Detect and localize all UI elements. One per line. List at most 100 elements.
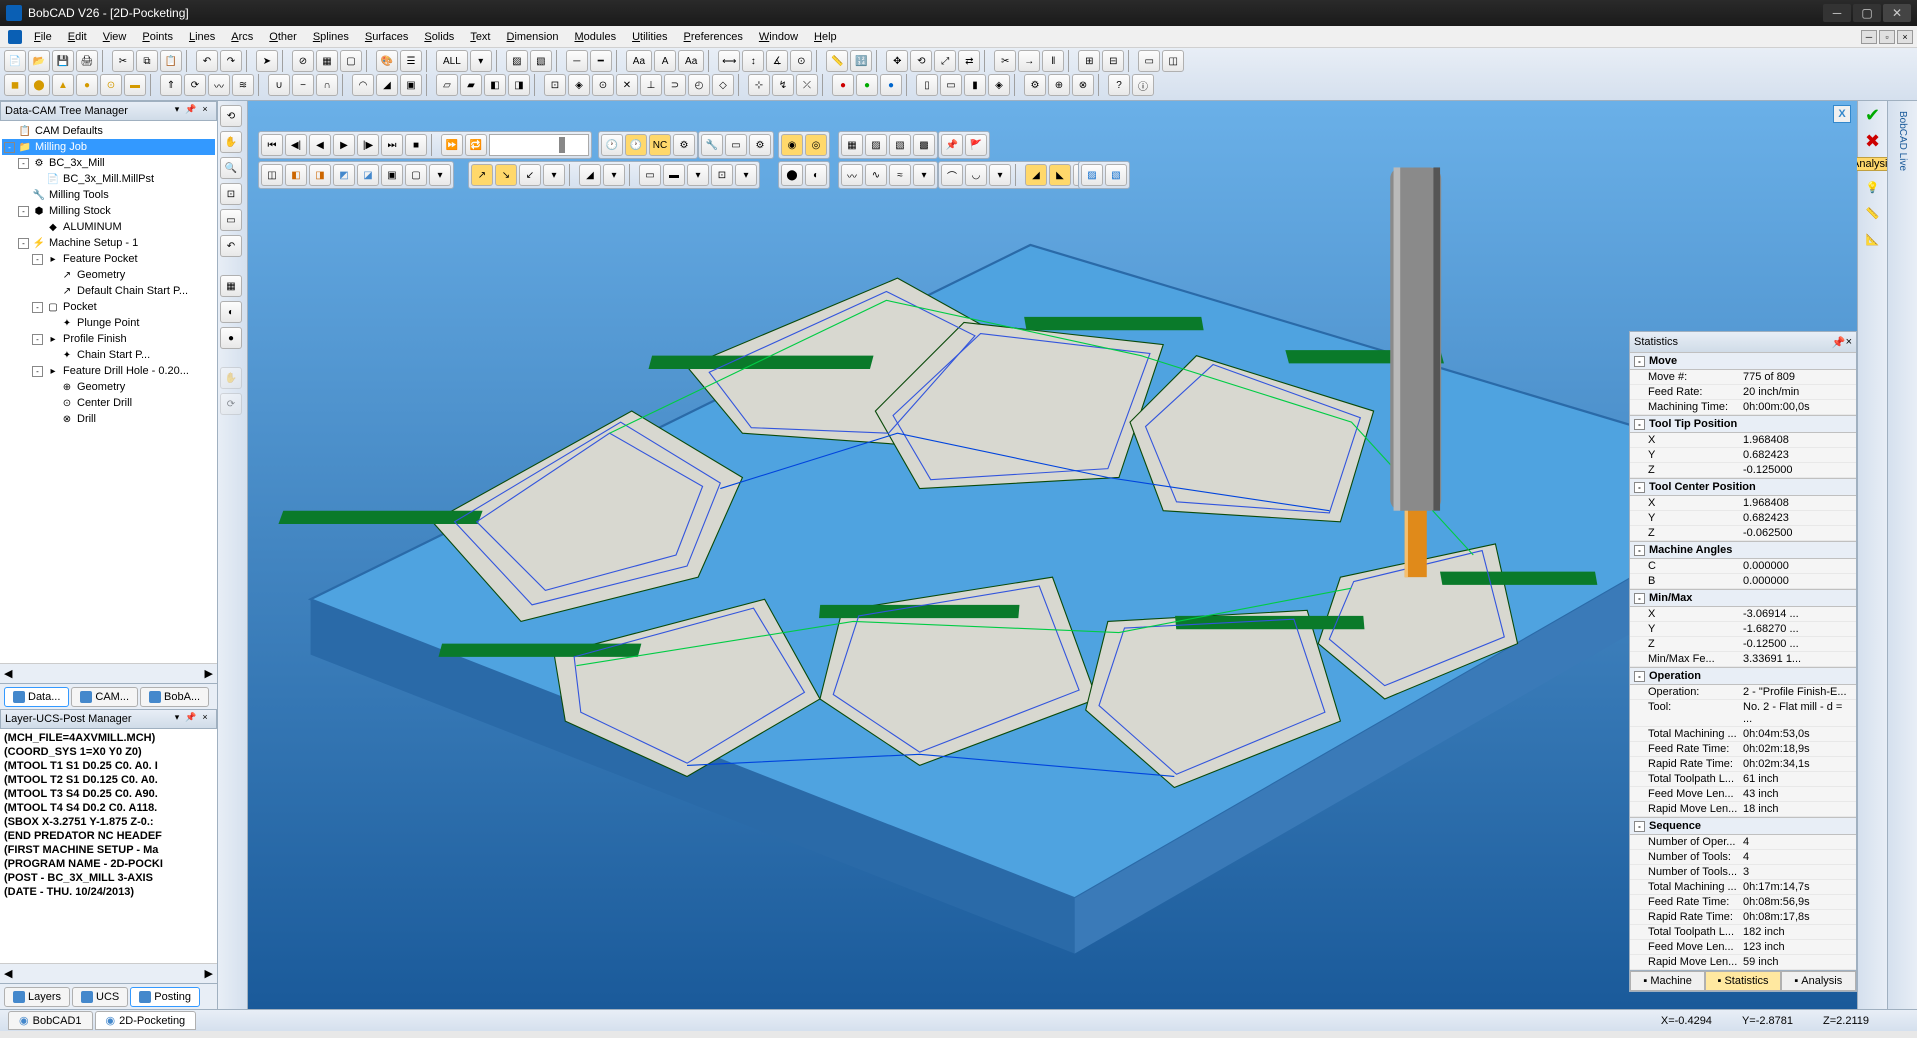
env2-icon[interactable]: ▨ [865, 134, 887, 156]
trim-icon[interactable]: ✂ [994, 50, 1016, 72]
open-icon[interactable]: 📂 [28, 50, 50, 72]
lightbulb-icon[interactable]: 💡 [1863, 177, 1883, 197]
font-icon[interactable]: A [654, 50, 676, 72]
stats-expander-icon[interactable]: - [1634, 593, 1645, 604]
tree-node[interactable]: -▢Pocket [2, 299, 215, 315]
menu-other[interactable]: Other [261, 29, 305, 45]
stats-section-header[interactable]: -Tool Center Position [1630, 478, 1856, 496]
new-icon[interactable]: 📄 [4, 50, 26, 72]
tree-node[interactable]: ◆ALUMINUM [2, 219, 215, 235]
pointer-icon[interactable]: ➤ [256, 50, 278, 72]
measure-icon[interactable]: 📏 [826, 50, 848, 72]
box-icon[interactable]: ▭ [1138, 50, 1160, 72]
tree-node[interactable]: -▸Profile Finish [2, 331, 215, 347]
layer-icon[interactable]: ☰ [400, 50, 422, 72]
post-tab[interactable]: Posting [130, 987, 200, 1007]
stats-pin-icon[interactable]: 📌 [1832, 336, 1846, 349]
rewind-start-icon[interactable]: ⏮ [261, 134, 283, 156]
stats-section-header[interactable]: -Move [1630, 352, 1856, 370]
shell-icon[interactable]: ▣ [400, 74, 422, 96]
mode-a-icon[interactable]: ◉ [781, 134, 803, 156]
tree-node[interactable]: -📁Milling Job [2, 139, 215, 155]
all-dropdown[interactable]: ALL [436, 50, 468, 72]
nc-icon[interactable]: NC [649, 134, 671, 156]
post-tab[interactable]: UCS [72, 987, 128, 1007]
sweep-icon[interactable]: 〰 [208, 74, 230, 96]
undo-icon[interactable]: ↶ [196, 50, 218, 72]
tree-scroll-right-icon[interactable]: ▶ [205, 667, 213, 680]
menu-text[interactable]: Text [462, 29, 498, 45]
c4-icon[interactable]: ▾ [913, 164, 935, 186]
p1-icon[interactable]: ↗ [471, 164, 493, 186]
tree-expander-icon[interactable]: - [18, 206, 29, 217]
c2-icon[interactable]: ∿ [865, 164, 887, 186]
solid-cube-icon[interactable]: ◼ [4, 74, 26, 96]
p7-icon[interactable]: ▭ [639, 164, 661, 186]
tree-node[interactable]: ↗Default Chain Start P... [2, 283, 215, 299]
tree-node[interactable]: 🔧Milling Tools [2, 187, 215, 203]
tree-node[interactable]: -▸Feature Drill Hole - 0.20... [2, 363, 215, 379]
tree-tab[interactable]: CAM... [71, 687, 138, 707]
tree-node[interactable]: ✦Plunge Point [2, 315, 215, 331]
menu-preferences[interactable]: Preferences [676, 29, 751, 45]
tree-node[interactable]: -▸Feature Pocket [2, 251, 215, 267]
ucs3-icon[interactable]: ⤫ [796, 74, 818, 96]
revolve-icon[interactable]: ⟳ [184, 74, 206, 96]
hatch-icon[interactable]: ▨ [506, 50, 528, 72]
color-icon[interactable]: 🎨 [376, 50, 398, 72]
env3-icon[interactable]: ▧ [889, 134, 911, 156]
p8-icon[interactable]: ▬ [663, 164, 685, 186]
tree-expander-icon[interactable]: - [4, 142, 15, 153]
solid-torus-icon[interactable]: ⊙ [100, 74, 122, 96]
td2-icon[interactable]: ◐ [805, 164, 827, 186]
tree-node[interactable]: -⚙BC_3x_Mill [2, 155, 215, 171]
stats-close-icon[interactable]: × [1846, 336, 1852, 348]
p4-icon[interactable]: ▾ [543, 164, 565, 186]
stats-tab[interactable]: ▪Statistics [1705, 971, 1780, 991]
bool-intersect-icon[interactable]: ∩ [316, 74, 338, 96]
stats-expander-icon[interactable]: - [1634, 356, 1645, 367]
tree-node[interactable]: -⬢Milling Stock [2, 203, 215, 219]
deselect-icon[interactable]: ▢ [340, 50, 362, 72]
p2-icon[interactable]: ↘ [495, 164, 517, 186]
dimension1-icon[interactable]: ⟷ [718, 50, 740, 72]
view-iso-icon[interactable]: ◈ [988, 74, 1010, 96]
p6-icon[interactable]: ▾ [603, 164, 625, 186]
grid-icon[interactable]: ⊟ [1102, 50, 1124, 72]
post-scroll-right-icon[interactable]: ▶ [205, 967, 213, 980]
p3-icon[interactable]: ↙ [519, 164, 541, 186]
surf1-icon[interactable]: ▱ [436, 74, 458, 96]
cam-tree[interactable]: 📋CAM Defaults-📁Milling Job-⚙BC_3x_Mill📄B… [0, 121, 217, 663]
fwd-end-icon[interactable]: ⏭ [381, 134, 403, 156]
calc-icon[interactable]: 🔢 [850, 50, 872, 72]
tree-node[interactable]: ↗Geometry [2, 267, 215, 283]
stats-section-header[interactable]: -Min/Max [1630, 589, 1856, 607]
vp-prev-icon[interactable]: ↶ [220, 235, 242, 257]
p11-icon[interactable]: ▾ [735, 164, 757, 186]
settings-icon[interactable]: ⚙ [749, 134, 771, 156]
stats-section-header[interactable]: -Machine Angles [1630, 541, 1856, 559]
stats-expander-icon[interactable]: - [1634, 545, 1645, 556]
perp-snap-icon[interactable]: ⊥ [640, 74, 662, 96]
close-button[interactable]: ✕ [1883, 4, 1911, 22]
view-side-icon[interactable]: ▮ [964, 74, 986, 96]
document-tab[interactable]: ◉2D-Pocketing [95, 1011, 197, 1030]
play-icon[interactable]: ▶ [333, 134, 355, 156]
solid-box-icon[interactable]: ▬ [124, 74, 146, 96]
green-sphere-icon[interactable]: ● [856, 74, 878, 96]
step-fwd-icon[interactable]: |▶ [357, 134, 379, 156]
shade6-icon[interactable]: ▣ [381, 164, 403, 186]
cam1-icon[interactable]: ⚙ [1024, 74, 1046, 96]
center-snap-icon[interactable]: ⊙ [592, 74, 614, 96]
tree-expander-icon[interactable]: - [32, 254, 43, 265]
post-panel-pin-icon[interactable]: 📌 [184, 712, 198, 726]
font-size-icon[interactable]: Aa [678, 50, 704, 72]
hatch2-icon[interactable]: ▧ [530, 50, 552, 72]
save-icon[interactable]: 💾 [52, 50, 74, 72]
vp-rot2-icon[interactable]: ⟳ [220, 393, 242, 415]
post-panel-dropdown-icon[interactable]: ▾ [170, 712, 184, 726]
about-icon[interactable]: ⓘ [1132, 74, 1154, 96]
cam2-icon[interactable]: ⊕ [1048, 74, 1070, 96]
f2-icon[interactable]: ▧ [1105, 164, 1127, 186]
tree-expander-icon[interactable]: - [18, 238, 29, 249]
